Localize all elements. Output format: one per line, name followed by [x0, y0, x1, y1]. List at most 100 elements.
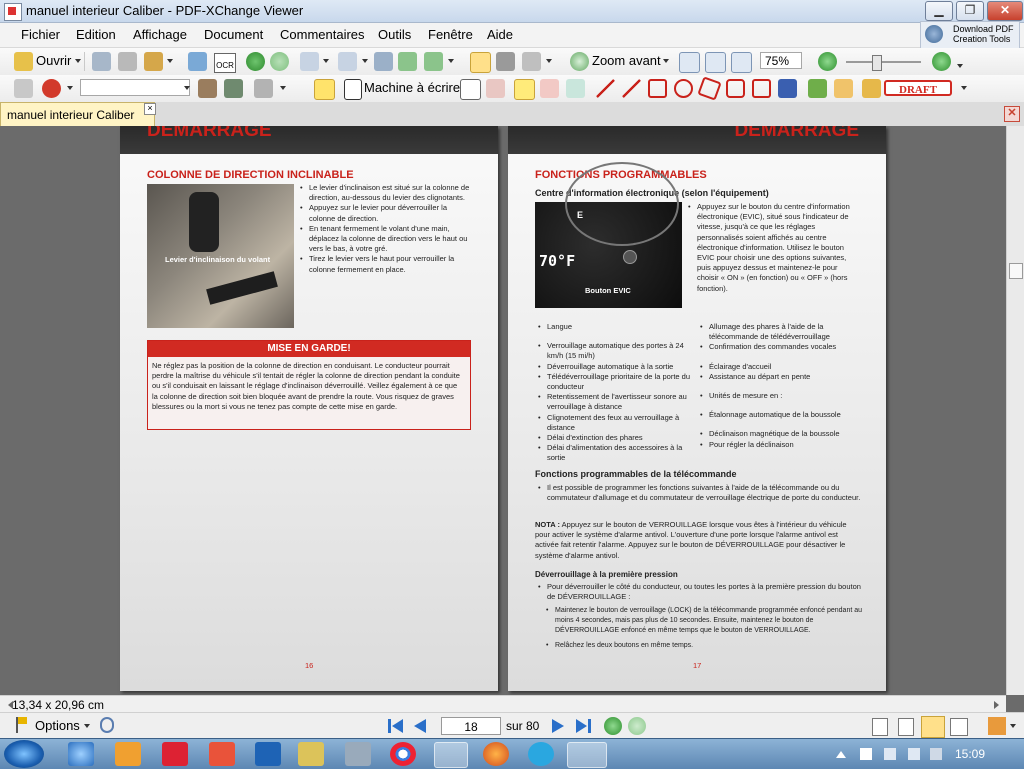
app-gear-icon[interactable]	[345, 742, 371, 766]
menu-commentaires[interactable]: Commentaires	[280, 27, 365, 42]
polygon-cloud-icon[interactable]	[697, 76, 722, 101]
menu-fenetre[interactable]: Fenêtre	[428, 27, 473, 42]
search-input[interactable]	[80, 79, 190, 96]
scroll-right-arrow-icon[interactable]	[994, 701, 999, 709]
zoom-plus-icon[interactable]	[932, 52, 951, 71]
options-dropdown-caret[interactable]	[84, 724, 90, 728]
tools-icon[interactable]	[298, 742, 324, 766]
stamp-dropdown-caret[interactable]	[961, 86, 967, 90]
rotate-icon[interactable]	[374, 52, 393, 71]
menu-document[interactable]: Document	[204, 27, 263, 42]
skype-icon[interactable]	[528, 742, 554, 766]
menu-aide[interactable]: Aide	[487, 27, 513, 42]
menu-fichier[interactable]: Fichier	[21, 27, 60, 42]
comment-tool-icon[interactable]	[254, 79, 273, 98]
download-creation-tools-button[interactable]: Download PDF Creation Tools	[920, 21, 1020, 49]
print-icon[interactable]	[118, 52, 137, 71]
close-document-icon[interactable]: ✕	[1004, 106, 1020, 122]
snapshot-icon[interactable]	[496, 52, 515, 71]
vertical-scrollbar-thumb[interactable]	[1009, 263, 1023, 279]
power-icon[interactable]	[930, 748, 942, 760]
binoculars-icon[interactable]	[14, 79, 33, 98]
previous-page-icon[interactable]	[414, 719, 426, 733]
open-button-label[interactable]: Ouvrir	[36, 53, 71, 68]
fit-width-icon[interactable]	[731, 52, 752, 73]
comment-dropdown-caret[interactable]	[280, 86, 286, 90]
export-dropdown-caret[interactable]	[167, 59, 173, 63]
menu-affichage[interactable]: Affichage	[133, 27, 187, 42]
hand-tool-icon[interactable]	[470, 52, 491, 73]
typewriter-label[interactable]: Machine à écrire	[364, 80, 460, 95]
vertical-scrollbar[interactable]	[1006, 126, 1024, 695]
continuous-facing-icon[interactable]	[950, 718, 968, 736]
tray-expand-icon[interactable]	[836, 751, 846, 758]
sticky-note-icon[interactable]	[314, 79, 335, 100]
chrome-icon[interactable]	[390, 742, 416, 766]
page-number-input[interactable]: 18	[441, 717, 501, 735]
app-red-splash-icon[interactable]	[162, 742, 188, 766]
tab-close-icon[interactable]: ×	[144, 103, 156, 115]
forward-view-icon[interactable]	[628, 717, 646, 735]
zoom-in-label[interactable]: Zoom avant	[592, 53, 661, 68]
highlight-text-icon[interactable]	[514, 79, 535, 100]
options-flag-icon[interactable]	[16, 717, 30, 733]
pdf-xchange-taskbar-icon[interactable]	[567, 742, 607, 768]
horizontal-scrollbar[interactable]	[0, 695, 1006, 712]
rectangle-tool-icon[interactable]	[648, 79, 667, 98]
select-tool-icon[interactable]	[522, 52, 541, 71]
strikeout-icon[interactable]	[540, 79, 559, 98]
volume-icon[interactable]	[908, 748, 920, 760]
zoom-slider-track[interactable]	[846, 61, 921, 63]
rotate-view-left-icon[interactable]	[398, 52, 417, 71]
view-mode-icon[interactable]	[988, 717, 1006, 735]
text-box-icon[interactable]	[460, 79, 481, 100]
pin-icon[interactable]	[778, 79, 797, 98]
underline-icon[interactable]	[566, 79, 585, 98]
single-page-icon[interactable]	[872, 718, 888, 736]
minimize-button[interactable]: ▁	[925, 1, 953, 21]
zoom-slider-thumb[interactable]	[872, 55, 882, 71]
system-clock[interactable]: 15:09	[955, 747, 985, 761]
network-icon[interactable]	[884, 748, 896, 760]
scan-icon[interactable]	[188, 52, 207, 71]
action-center-flag-icon[interactable]	[860, 748, 872, 760]
facing-pages-icon[interactable]	[921, 716, 945, 738]
document-tab[interactable]: manuel interieur Caliber ×	[0, 102, 156, 126]
ellipse-tool-icon[interactable]	[674, 79, 693, 98]
arrow-tool-icon[interactable]	[596, 79, 615, 98]
select-dropdown-caret[interactable]	[546, 59, 552, 63]
zoom-in-icon[interactable]	[570, 52, 589, 71]
toolbar-overflow-caret[interactable]	[957, 64, 963, 68]
search-dropdown-caret[interactable]	[184, 86, 190, 90]
media-player-icon[interactable]	[115, 742, 141, 766]
open-icon[interactable]	[14, 52, 33, 71]
last-page-icon[interactable]	[576, 719, 592, 733]
menu-edition[interactable]: Edition	[76, 27, 116, 42]
maximize-button[interactable]: ❐	[956, 1, 984, 21]
forward-icon[interactable]	[270, 52, 289, 71]
draft-stamp-button[interactable]: DRAFT	[884, 80, 952, 96]
app-swirl-icon[interactable]	[209, 742, 235, 766]
fit-page-icon[interactable]	[705, 52, 726, 73]
ocr-button[interactable]: OCR	[214, 53, 236, 73]
find-next-icon[interactable]	[224, 79, 243, 98]
continuous-page-icon[interactable]	[898, 718, 914, 736]
close-button[interactable]: ✕	[987, 1, 1023, 21]
zoom-dropdown-caret[interactable]	[663, 59, 669, 63]
undo-dropdown-caret[interactable]	[323, 59, 329, 63]
internet-explorer-icon[interactable]	[68, 742, 94, 766]
next-page-icon[interactable]	[552, 719, 564, 733]
open-dropdown-caret[interactable]	[75, 59, 81, 63]
spell-dropdown-caret[interactable]	[67, 86, 73, 90]
rotate-dropdown-caret[interactable]	[448, 59, 454, 63]
pencil-icon[interactable]	[808, 79, 827, 98]
typewriter-icon[interactable]	[344, 79, 362, 100]
spell-check-icon[interactable]	[42, 79, 61, 98]
maxthon-icon[interactable]	[255, 742, 281, 766]
rotate-view-right-icon[interactable]	[424, 52, 443, 71]
zoom-out-icon[interactable]	[818, 52, 837, 71]
options-button[interactable]: Options	[35, 718, 80, 733]
redo-dropdown-caret[interactable]	[362, 59, 368, 63]
redo-icon[interactable]	[338, 52, 357, 71]
back-view-icon[interactable]	[604, 717, 622, 735]
